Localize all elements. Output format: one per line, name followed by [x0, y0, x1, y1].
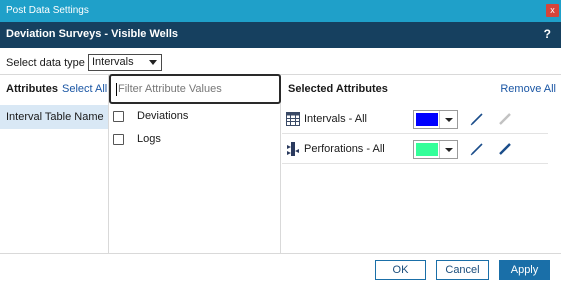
- select-all-link[interactable]: Select All: [62, 83, 107, 95]
- edit-pen-icon[interactable]: [470, 142, 484, 156]
- attributes-header: Attributes: [6, 83, 58, 95]
- chevron-down-icon: [149, 60, 157, 65]
- deviations-checkbox[interactable]: [113, 111, 124, 122]
- selected-attributes-panel: Selected Attributes Remove All Intervals…: [282, 75, 561, 253]
- edit-pen-icon[interactable]: [470, 112, 484, 126]
- value-label: Deviations: [137, 110, 189, 122]
- color-picker-intervals[interactable]: [413, 110, 458, 129]
- settings-panels: Attributes Select All Interval Table Nam…: [0, 74, 561, 254]
- chevron-down-icon[interactable]: [439, 141, 457, 158]
- color-swatch: [416, 113, 438, 126]
- selected-row-perforations: Perforations - All: [282, 135, 548, 164]
- perforation-icon: [287, 142, 299, 156]
- cancel-button[interactable]: Cancel: [436, 260, 489, 280]
- data-type-value: Intervals: [92, 56, 134, 68]
- table-icon: [286, 112, 300, 126]
- close-button[interactable]: x: [546, 4, 559, 17]
- data-type-label: Select data type: [6, 57, 85, 69]
- data-type-select[interactable]: Intervals: [88, 54, 162, 71]
- filter-attribute-values-input[interactable]: Filter Attribute Values: [109, 74, 281, 104]
- attribute-values-panel: Filter Attribute Values Deviations Logs: [109, 74, 281, 253]
- dialog-heading: Deviation Surveys - Visible Wells: [6, 28, 178, 40]
- logs-checkbox[interactable]: [113, 134, 124, 145]
- ok-button[interactable]: OK: [375, 260, 426, 280]
- remove-all-link[interactable]: Remove All: [500, 83, 556, 95]
- attributes-panel: Attributes Select All Interval Table Nam…: [0, 75, 109, 253]
- chevron-down-icon[interactable]: [439, 111, 457, 128]
- filter-placeholder: Filter Attribute Values: [118, 83, 222, 95]
- selected-row-intervals: Intervals - All: [282, 105, 548, 134]
- selected-attribute-label: Perforations - All: [304, 143, 385, 155]
- color-swatch: [416, 143, 438, 156]
- text-cursor: [116, 83, 117, 96]
- window-titlebar: Post Data Settings x: [0, 0, 561, 22]
- help-button[interactable]: ?: [544, 27, 551, 41]
- selected-attribute-label: Intervals - All: [304, 113, 367, 125]
- color-picker-perforations[interactable]: [413, 140, 458, 159]
- value-label: Logs: [137, 133, 161, 145]
- dialog-header: Deviation Surveys - Visible Wells ?: [0, 22, 561, 48]
- apply-button[interactable]: Apply: [499, 260, 550, 280]
- window-title: Post Data Settings: [6, 5, 89, 16]
- selected-attributes-header: Selected Attributes: [288, 83, 388, 95]
- fill-pen-icon[interactable]: [498, 142, 512, 156]
- fill-pen-icon: [499, 113, 511, 125]
- attribute-item-interval-table-name[interactable]: Interval Table Name: [0, 105, 108, 129]
